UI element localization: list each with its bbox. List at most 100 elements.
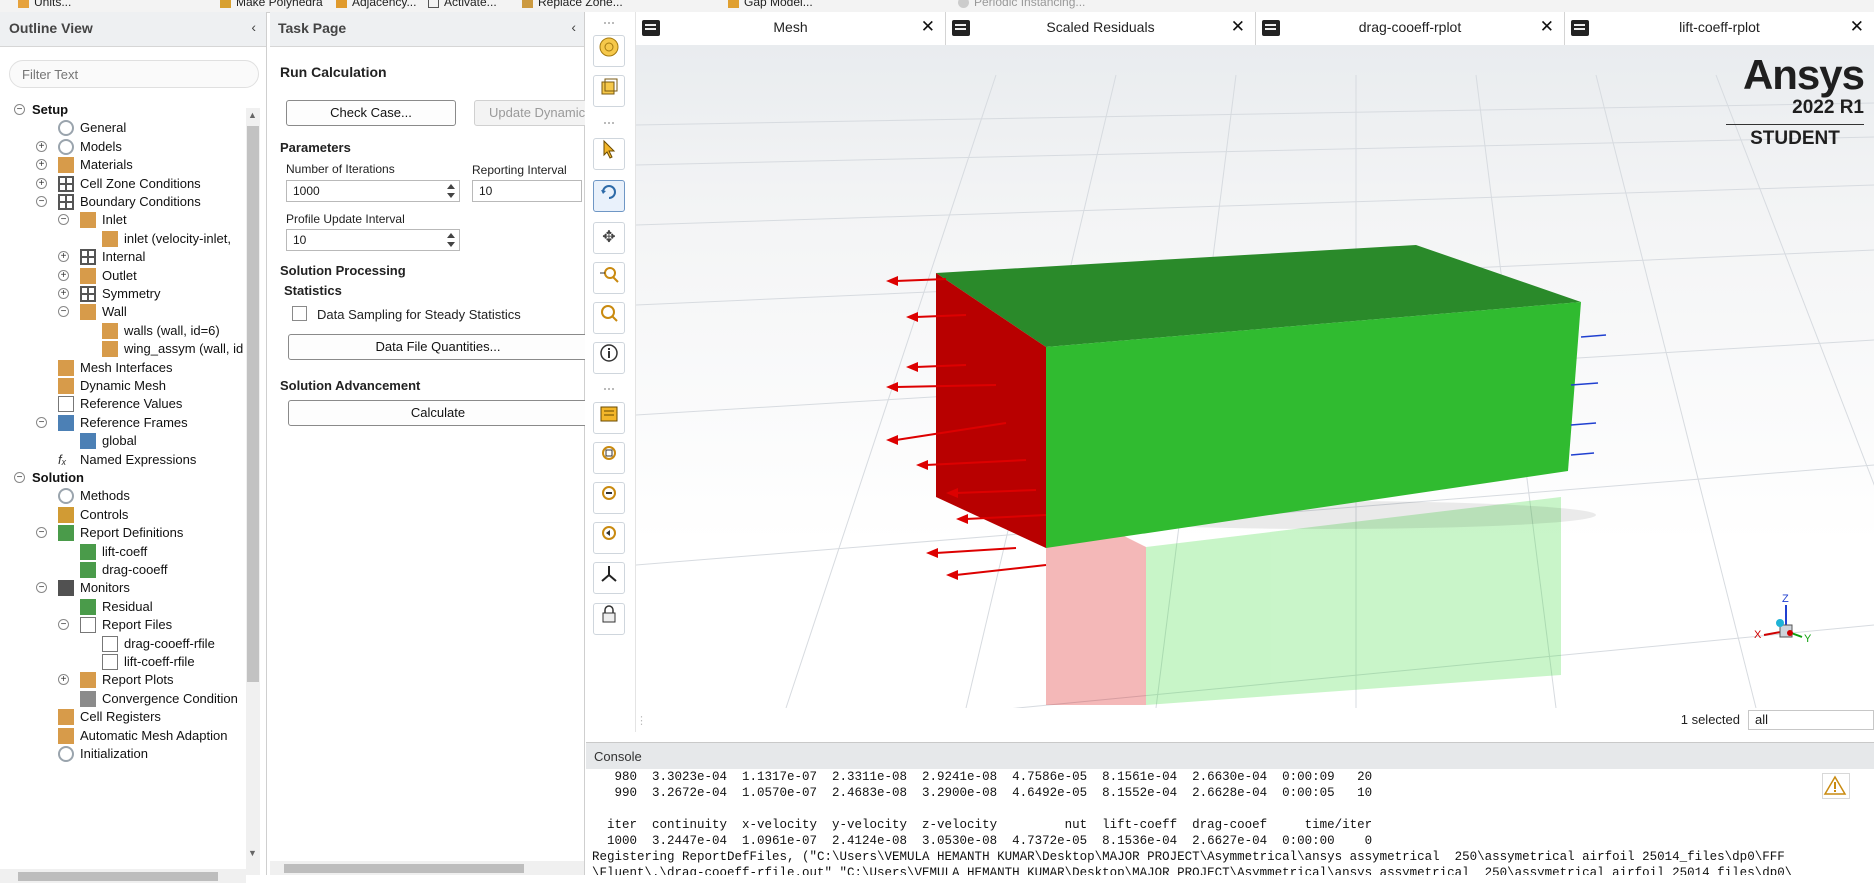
update-dynamic-mesh-button[interactable]: Update Dynamic Mesh... [474, 100, 594, 126]
close-icon[interactable]: ✕ [921, 17, 935, 37]
console-title: Console [594, 749, 642, 764]
report-chart-icon [80, 598, 96, 615]
axes-icon[interactable] [593, 562, 625, 594]
selection-filter-select[interactable]: all [1748, 710, 1874, 730]
settings-icon [58, 138, 74, 155]
ribbon-make-polyhedra[interactable]: Make Polyhedra [220, 0, 323, 9]
ribbon-replace-zone[interactable]: Replace Zone... [522, 0, 623, 9]
brand-version: 2022 R1 [1792, 97, 1864, 118]
increment-icon[interactable] [447, 184, 455, 189]
calculate-button[interactable]: Calculate [288, 400, 588, 426]
profile-update-interval-input[interactable]: 10 [286, 229, 460, 251]
increment-icon[interactable] [447, 233, 455, 238]
collapse-icon[interactable]: − [58, 214, 69, 226]
close-icon[interactable]: ✕ [1540, 17, 1554, 37]
lock-icon[interactable] [593, 603, 625, 635]
collapse-icon[interactable]: − [36, 416, 47, 428]
mesh-icon [58, 709, 74, 726]
collapse-icon[interactable]: − [36, 527, 47, 539]
profile-update-interval-label: Profile Update Interval [286, 212, 405, 226]
collapse-icon[interactable]: − [14, 472, 25, 483]
wall-icon [102, 341, 118, 358]
zoom-out-icon[interactable] [593, 482, 625, 514]
task-page-header: Task Page ‹ [270, 12, 584, 47]
expand-icon[interactable]: + [58, 674, 69, 686]
parameters-section: Parameters [280, 140, 351, 155]
ribbon-adjacency[interactable]: Adjacency... [336, 0, 416, 9]
run-calculation-heading: Run Calculation [280, 64, 387, 80]
tab-scaled-residuals[interactable]: Scaled Residuals ✕ [946, 12, 1256, 45]
ribbon-activate-label: Activate... [444, 0, 497, 9]
ribbon-units[interactable]: Units... [18, 0, 71, 9]
zone-grid-icon [58, 175, 74, 192]
outline-horizontal-scroll-thumb[interactable] [18, 872, 218, 881]
settings-icon [58, 488, 74, 505]
ribbon-activate[interactable]: Activate... [428, 0, 497, 9]
zoom-previous-icon[interactable] [593, 522, 625, 554]
check-case-button[interactable]: Check Case... [286, 100, 456, 126]
collapse-icon[interactable]: − [36, 196, 47, 207]
expand-icon[interactable]: + [36, 159, 47, 171]
tree-item[interactable]: Initialization [0, 743, 244, 765]
rotate-view-icon[interactable] [593, 180, 625, 212]
pan-view-icon[interactable]: ✥ [593, 222, 625, 254]
collapse-icon[interactable]: − [58, 306, 69, 318]
collapse-icon[interactable]: − [14, 104, 25, 115]
document-icon [102, 654, 118, 670]
close-icon[interactable]: ✕ [1231, 17, 1245, 37]
fit-to-window-icon[interactable] [593, 35, 625, 67]
splitter-grip[interactable]: ⋮ [636, 714, 647, 727]
warning-icon[interactable] [1822, 773, 1850, 799]
reporting-interval-input[interactable]: 10 [472, 180, 582, 202]
collapse-panel-icon[interactable]: ‹ [251, 19, 256, 35]
data-sampling-checkbox[interactable] [292, 306, 307, 321]
zoom-in-out-icon[interactable] [593, 262, 625, 294]
periodic-icon [958, 0, 969, 9]
toolbar-separator [604, 388, 614, 394]
number-of-iterations-input[interactable]: 1000 [286, 180, 460, 202]
zoom-to-area-icon[interactable] [593, 302, 625, 334]
close-icon[interactable]: ✕ [1850, 17, 1864, 37]
zoom-fit-icon[interactable] [593, 442, 625, 474]
mesh-icon [58, 359, 74, 376]
report-chart-icon [58, 525, 74, 542]
expand-icon[interactable]: + [36, 140, 47, 152]
collapse-task-icon[interactable]: ‹ [571, 19, 576, 35]
decrement-icon[interactable] [447, 242, 455, 247]
graphics-tab-bar: Mesh ✕ Scaled Residuals ✕ drag-cooeff-rp… [636, 12, 1874, 46]
collapse-icon[interactable]: − [36, 582, 47, 594]
orient-view-icon[interactable] [593, 75, 625, 107]
scroll-down-icon[interactable]: ▼ [248, 848, 257, 858]
ribbon-gap-model[interactable]: Gap Model... [728, 0, 813, 9]
filter-text-input[interactable] [9, 60, 259, 88]
monitor-icon [58, 580, 74, 597]
decrement-icon[interactable] [447, 193, 455, 198]
scroll-up-icon[interactable]: ▲ [248, 110, 257, 120]
replace-zone-icon [522, 0, 533, 9]
console-output[interactable]: 980 3.3023e-04 1.1317e-07 2.3311e-08 2.9… [586, 769, 1874, 875]
outline-view-header: Outline View ‹ [0, 12, 266, 47]
selection-count: 1 selected [1680, 712, 1740, 727]
settings-icon [58, 746, 74, 762]
triad-x-label: X [1754, 629, 1762, 641]
probe-info-icon[interactable] [593, 342, 625, 374]
expand-icon[interactable]: + [36, 177, 47, 189]
activate-icon [428, 0, 439, 9]
display-options-icon[interactable] [593, 402, 625, 434]
ribbon-periodic-instancing[interactable]: Periodic Instancing... [958, 0, 1085, 9]
outline-vertical-scroll-thumb[interactable] [247, 126, 259, 682]
task-horizontal-scroll-thumb[interactable] [284, 864, 524, 873]
expand-icon[interactable]: + [58, 269, 69, 281]
data-file-quantities-button[interactable]: Data File Quantities... [288, 334, 588, 360]
tab-drag-cooeff-rplot[interactable]: drag-cooeff-rplot ✕ [1256, 12, 1565, 45]
toolbar-grip [604, 22, 614, 28]
tab-mesh[interactable]: Mesh ✕ [636, 12, 946, 45]
ribbon-replace-zone-label: Replace Zone... [538, 0, 623, 9]
collapse-icon[interactable]: − [58, 619, 69, 631]
expand-icon[interactable]: + [58, 288, 69, 299]
expand-icon[interactable]: + [58, 251, 69, 263]
graphics-viewport[interactable]: Ansys 2022 R1 STUDENT Z X Y [636, 45, 1874, 708]
polyhedra-icon [220, 0, 231, 9]
tab-lift-coeff-rplot[interactable]: lift-coeff-rplot ✕ [1565, 12, 1874, 45]
select-pointer-icon[interactable] [593, 138, 625, 170]
